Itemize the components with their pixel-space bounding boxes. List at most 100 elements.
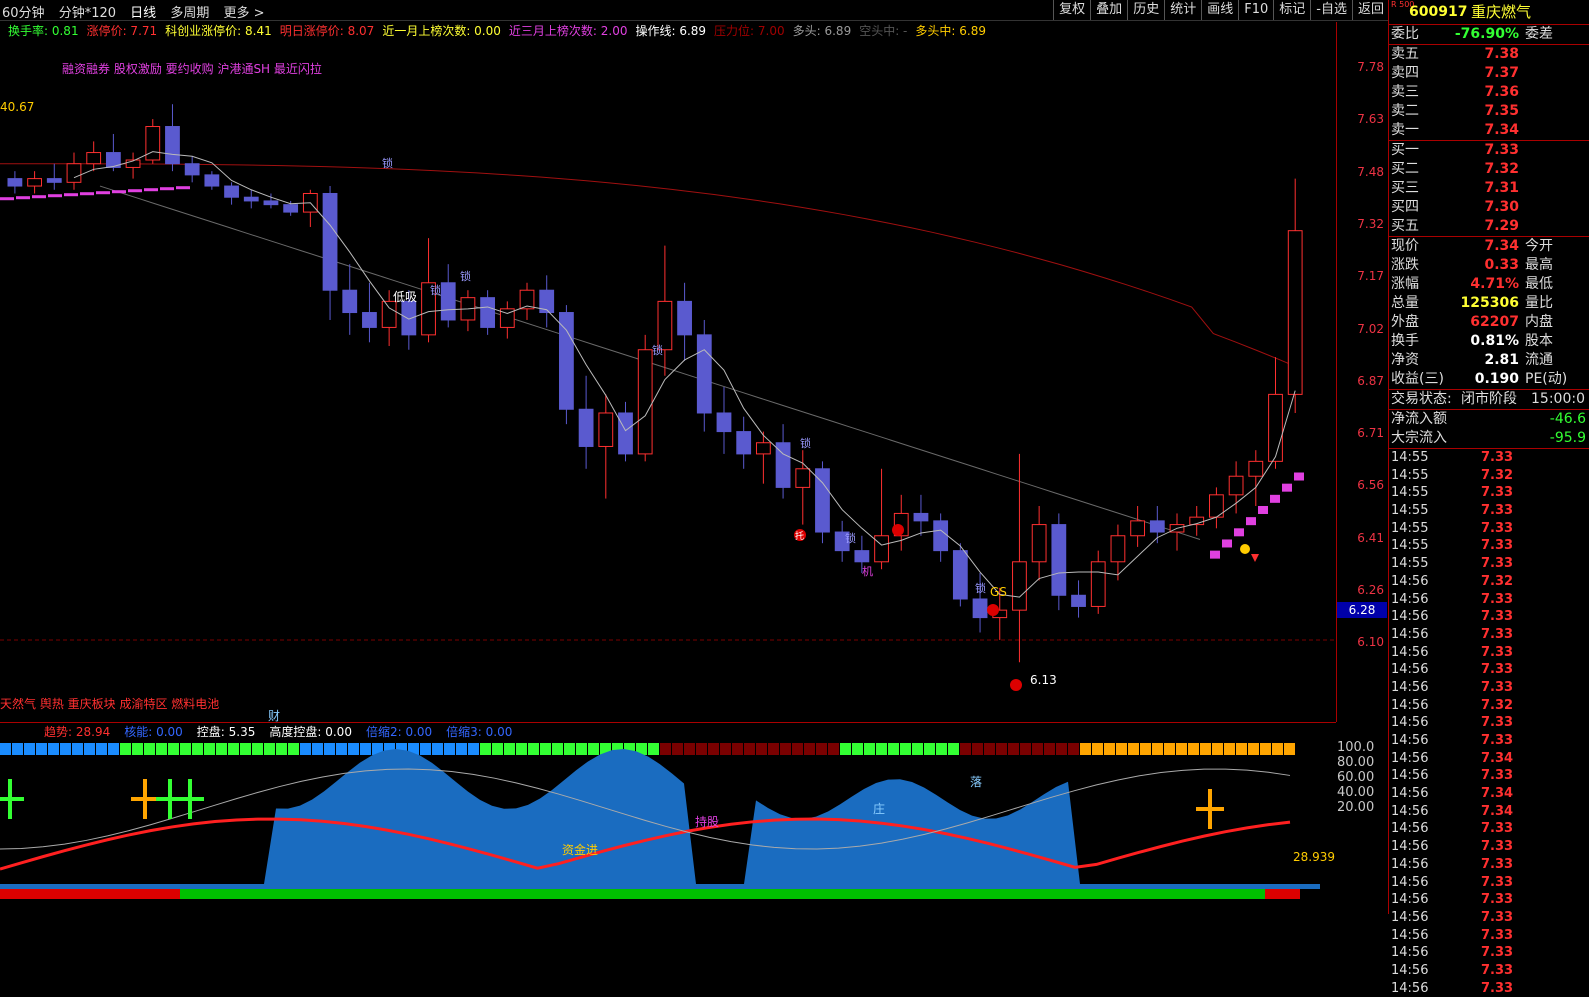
candle-body bbox=[696, 334, 712, 414]
lock-label: 锁 bbox=[800, 436, 811, 450]
signal-bar bbox=[804, 743, 815, 755]
signal-bar bbox=[732, 743, 743, 755]
signal-bar bbox=[1128, 743, 1139, 755]
candlestick-chart[interactable]: 锁锁锁锁锁锁锁托机 bbox=[0, 22, 1337, 722]
signal-bar bbox=[1272, 743, 1283, 755]
sell-price: 7.37 bbox=[1484, 65, 1519, 81]
block-flow-row: 大宗流入 -95.9 bbox=[1391, 430, 1586, 446]
candle-body bbox=[854, 550, 870, 563]
f10-button[interactable]: F10 bbox=[1238, 0, 1273, 20]
candle-body bbox=[66, 163, 82, 183]
history-button[interactable]: 历史 bbox=[1127, 0, 1164, 20]
tick-time: 14:56 bbox=[1391, 750, 1429, 766]
tick-list[interactable]: 14:55 7.33 14:55 7.32 14:55 7.33 14:55 7.33 14:5… bbox=[1389, 448, 1589, 997]
up-arrow bbox=[1251, 554, 1259, 562]
lock-label: 锁 bbox=[430, 283, 441, 297]
magenta-segment bbox=[1258, 505, 1268, 514]
wei-bi-row: 委比 -76.90% 委差 bbox=[1389, 24, 1589, 44]
lock-label: 锁 bbox=[382, 156, 393, 170]
signal-bar bbox=[1248, 743, 1259, 755]
candle-body bbox=[598, 412, 614, 447]
buy-price: 7.29 bbox=[1484, 218, 1519, 234]
buy-label: 买三 bbox=[1391, 180, 1419, 196]
axis-tick: 7.48 bbox=[1357, 164, 1384, 179]
signal-bar bbox=[576, 743, 587, 755]
signal-bar bbox=[984, 743, 995, 755]
sub-legend-3: 高度控盘: 0.00 bbox=[269, 725, 352, 739]
cross-marker bbox=[1196, 807, 1224, 811]
candle-body bbox=[184, 163, 200, 176]
tuo-marker: 托 bbox=[795, 530, 804, 542]
signal-bar bbox=[1284, 743, 1295, 755]
yellow-dot bbox=[1240, 544, 1250, 554]
back-button[interactable]: 返回 bbox=[1351, 0, 1389, 20]
candle-body bbox=[362, 312, 377, 328]
cross-marker bbox=[176, 797, 204, 801]
stat-label2: 内盘 bbox=[1525, 314, 1553, 330]
lock-label: 锁 bbox=[652, 343, 663, 357]
stats-button[interactable]: 统计 bbox=[1164, 0, 1201, 20]
tick-time: 14:56 bbox=[1391, 679, 1429, 695]
candle-body bbox=[1051, 524, 1067, 596]
signal-bar bbox=[168, 743, 179, 755]
period-tabs: 60分钟 分钟*120 日线 多周期 更多 > bbox=[2, 2, 275, 21]
magenta-segment bbox=[1270, 494, 1280, 503]
stat-label: 换手 bbox=[1391, 333, 1419, 349]
sub-value-label: 28.939 bbox=[1293, 850, 1335, 864]
tick-row: 14:56 7.33 bbox=[1389, 714, 1589, 732]
candle-body bbox=[224, 185, 239, 198]
lock-label: 锁 bbox=[845, 531, 856, 545]
stat-row: 现价 7.34 今开 bbox=[1389, 237, 1589, 256]
signal-marker bbox=[892, 524, 904, 536]
signal-bar bbox=[684, 743, 695, 755]
tick-price: 7.33 bbox=[1481, 927, 1514, 943]
tab-daily[interactable]: 日线 bbox=[130, 6, 156, 21]
signal-bar bbox=[948, 743, 959, 755]
mark-button[interactable]: 标记 bbox=[1273, 0, 1310, 20]
signal-bar bbox=[1104, 743, 1115, 755]
sub-axis-tick: 60.00 bbox=[1337, 770, 1375, 785]
axis-tick: 6.26 bbox=[1357, 583, 1384, 597]
candle-body bbox=[440, 282, 456, 321]
signal-marker bbox=[1010, 679, 1022, 691]
candle-body bbox=[795, 468, 811, 488]
candle-body bbox=[559, 312, 574, 410]
candle-body bbox=[342, 289, 358, 314]
buy-label: 买四 bbox=[1391, 199, 1419, 215]
bottom-strip-red2 bbox=[1265, 889, 1300, 899]
signal-bar bbox=[660, 743, 671, 755]
remove-watchlist-button[interactable]: -自选 bbox=[1310, 0, 1352, 20]
sell-row: 卖三 7.36 bbox=[1389, 83, 1589, 102]
signal-bar bbox=[1188, 743, 1199, 755]
tick-price: 7.33 bbox=[1481, 450, 1514, 465]
tick-price: 7.33 bbox=[1481, 733, 1514, 748]
signal-bar bbox=[432, 743, 443, 755]
draw-line-button[interactable]: 画线 bbox=[1201, 0, 1238, 20]
sell-row: 卖二 7.35 bbox=[1389, 102, 1589, 121]
signal-bar bbox=[936, 743, 947, 755]
signal-bar bbox=[48, 743, 59, 755]
tab-60min[interactable]: 60分钟 bbox=[2, 6, 45, 21]
stock-header: R 500 600917 重庆燃气 bbox=[1389, 0, 1589, 24]
sell-price: 7.38 bbox=[1484, 46, 1519, 62]
candle-body bbox=[657, 300, 673, 351]
tab-multi-period[interactable]: 多周期 bbox=[170, 6, 209, 21]
candle-body bbox=[145, 126, 161, 161]
signal-bar bbox=[240, 743, 251, 755]
fuquan-button[interactable]: 复权 bbox=[1053, 0, 1090, 20]
signal-bar bbox=[120, 743, 131, 755]
tab-more[interactable]: 更多 > bbox=[223, 6, 264, 21]
signal-bar bbox=[888, 743, 899, 755]
candle-body bbox=[204, 174, 220, 187]
signal-bar bbox=[1176, 743, 1187, 755]
stat-label2: 量比 bbox=[1525, 295, 1553, 311]
signal-bar bbox=[324, 743, 335, 755]
tab-min-120[interactable]: 分钟*120 bbox=[59, 6, 116, 21]
overlay-button[interactable]: 叠加 bbox=[1090, 0, 1127, 20]
sub-indicator-chart[interactable] bbox=[0, 739, 1336, 915]
stat-row: 外盘 62207 内盘 bbox=[1389, 313, 1589, 332]
signal-bar bbox=[516, 743, 527, 755]
magenta-segment bbox=[128, 189, 142, 193]
tick-time: 14:56 bbox=[1391, 591, 1429, 607]
signal-bar bbox=[108, 743, 119, 755]
